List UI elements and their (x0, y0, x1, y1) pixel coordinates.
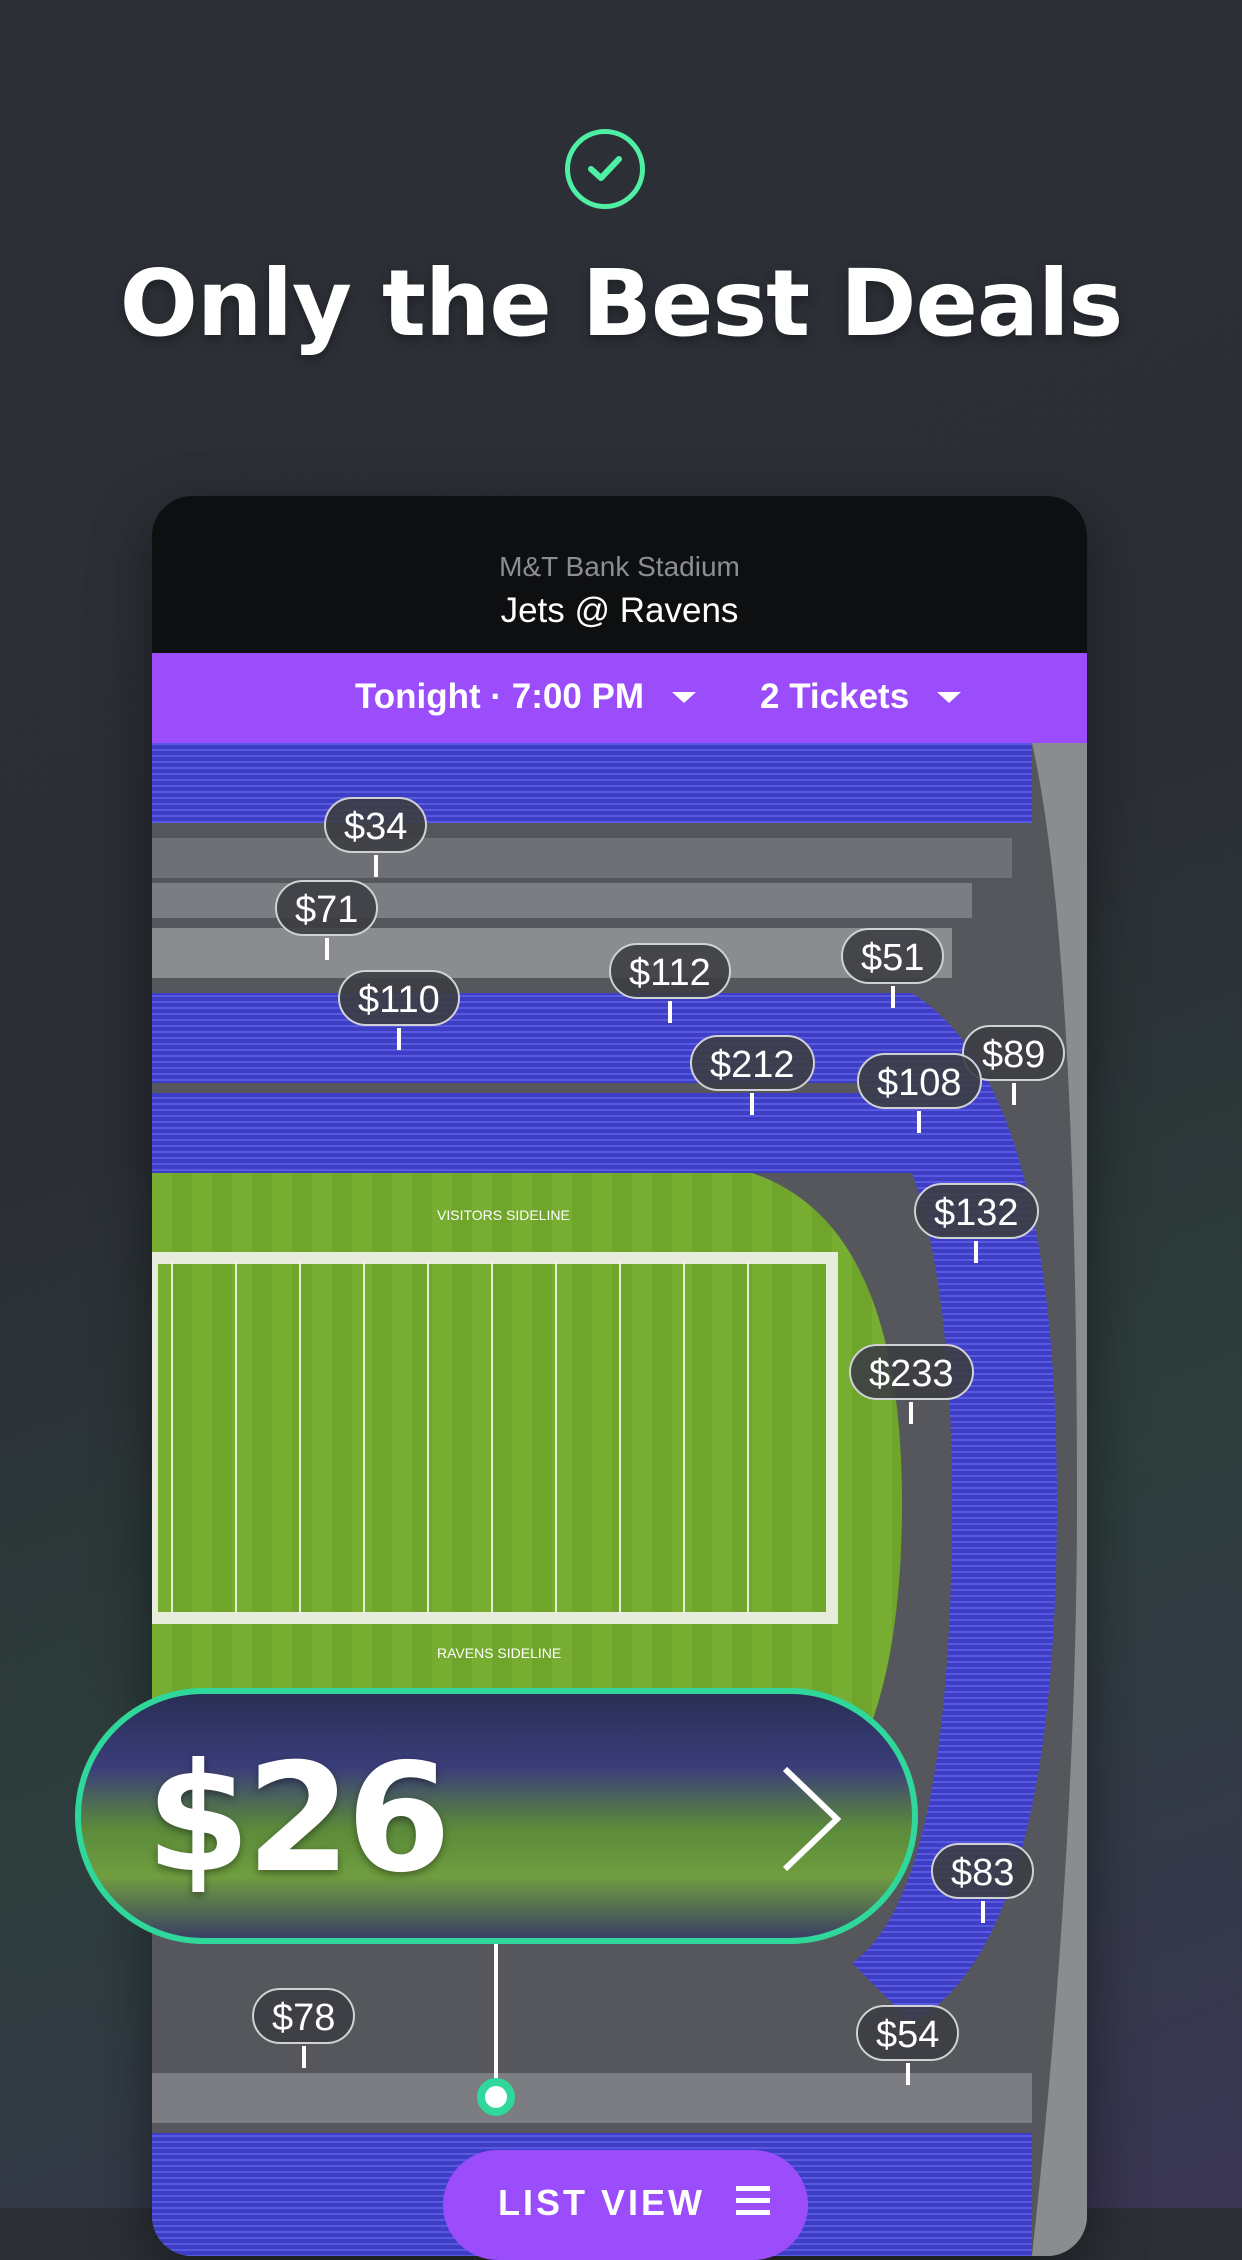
price-pin[interactable]: $71 (275, 880, 379, 960)
price-pin[interactable]: $34 (324, 797, 428, 877)
app-screen: M&T Bank Stadium Jets @ Ravens Tonight ·… (152, 496, 1087, 2256)
venue-name: M&T Bank Stadium (499, 551, 740, 582)
list-view-button[interactable]: LIST VIEW (443, 2150, 808, 2260)
price-pin[interactable]: $112 (609, 943, 731, 1023)
deal-location-marker (477, 2078, 515, 2116)
list-view-label: LIST VIEW (498, 2182, 705, 2223)
price-pin[interactable]: $212 (690, 1035, 815, 1115)
check-circle-icon (565, 129, 645, 209)
time-filter-label: Tonight · 7:00 PM (355, 677, 645, 716)
stadium-seat-map[interactable]: VISITORS SIDELINE RAVENS SIDELINE $34 $7… (152, 743, 1087, 2256)
event-header: M&T Bank Stadium Jets @ Ravens (152, 496, 1087, 653)
price-pin[interactable]: $83 (931, 1843, 1035, 1923)
chevron-right-icon (782, 1766, 842, 1872)
price-pin[interactable]: $110 (338, 970, 460, 1050)
tickets-filter-label: 2 Tickets (760, 677, 910, 716)
featured-deal-card[interactable]: $26 (75, 1688, 918, 1944)
headline: Only the Best Deals (119, 250, 1124, 357)
price-pin[interactable]: $78 (252, 1988, 356, 2068)
deal-connector-line (494, 1944, 498, 2094)
caret-down-icon (937, 691, 962, 703)
price-pin[interactable]: $51 (841, 928, 945, 1008)
price-pin[interactable]: $233 (849, 1344, 974, 1424)
price-pin[interactable]: $54 (856, 2005, 960, 2085)
visitors-sideline-label: VISITORS SIDELINE (437, 1207, 570, 1223)
featured-deal-price: $26 (146, 1732, 451, 1906)
price-pin[interactable]: $108 (857, 1053, 982, 1133)
time-filter-dropdown[interactable]: Tonight · 7:00 PM (355, 677, 697, 717)
price-pin[interactable]: $132 (914, 1183, 1039, 1263)
list-icon (736, 2186, 770, 2215)
caret-down-icon (672, 691, 697, 703)
event-matchup: Jets @ Ravens (500, 591, 739, 630)
ravens-sideline-label: RAVENS SIDELINE (437, 1645, 561, 1661)
filter-bar: Tonight · 7:00 PM 2 Tickets (152, 653, 1087, 743)
tickets-filter-dropdown[interactable]: 2 Tickets (760, 677, 962, 717)
